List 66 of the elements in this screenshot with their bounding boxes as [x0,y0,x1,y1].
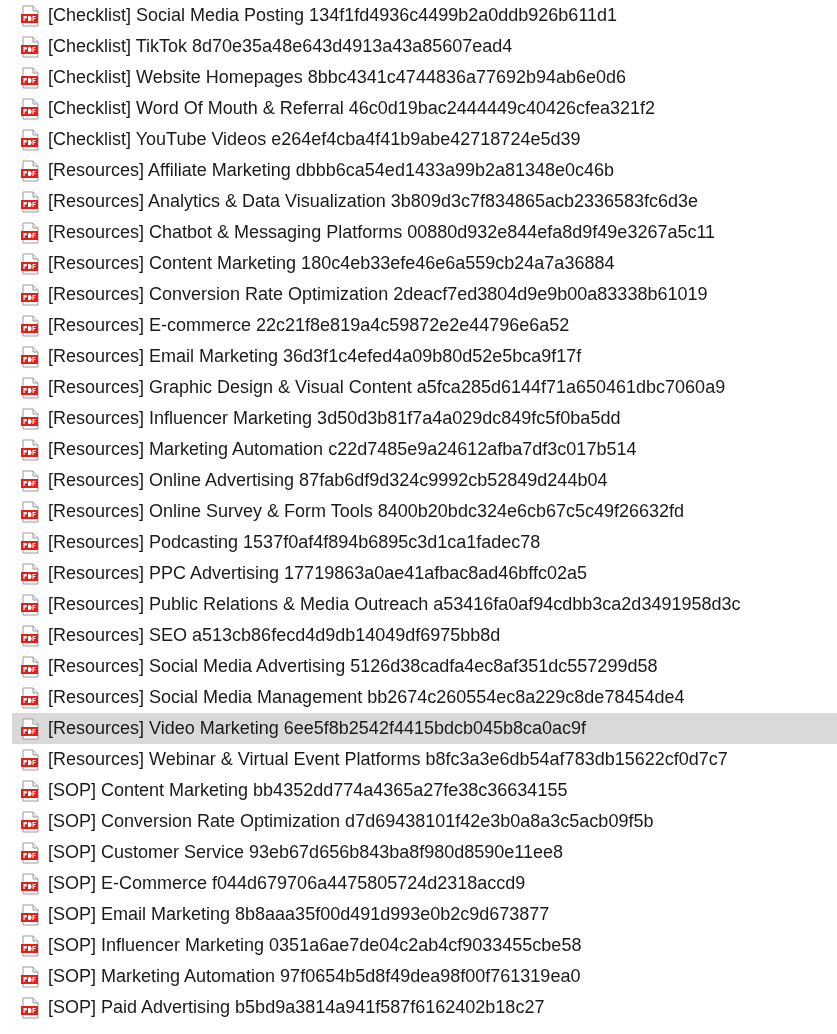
pdf-file-icon [20,190,40,213]
file-row[interactable]: [Resources] Email Marketing 36d3f1c4efed4a09b80d52e5bca9f17f [12,341,837,372]
file-row[interactable]: [Resources] Video Marketing 6ee5f8b2542f4415bdcb045b8ca0ac9f [12,713,837,744]
file-row[interactable]: [SOP] Content Marketing bb4352dd774a4365a27fe38c36634155 [12,775,837,806]
pdf-file-icon [20,965,40,988]
file-row[interactable]: [Checklist] Website Homepages 8bbc4341c4744836a77692b94ab6e0d6 [12,62,837,93]
file-row[interactable]: [Resources] Influencer Marketing 3d50d3b81f7a4a029dc849fc5f0ba5dd [12,403,837,434]
file-row[interactable]: [SOP] E-Commerce f044d679706a4475805724d2318accd9 [12,868,837,899]
file-row[interactable]: [Checklist] TikTok 8d70e35a48e643d4913a43a85607ead4 [12,31,837,62]
file-row[interactable]: [Resources] PPC Advertising 17719863a0ae41afbac8ad46bffc02a5 [12,558,837,589]
file-row[interactable]: [Resources] Chatbot & Messaging Platforms 00880d932e844efa8d9f49e3267a5c11 [12,217,837,248]
pdf-file-icon [20,872,40,895]
pdf-file-icon [20,593,40,616]
pdf-file-icon [20,469,40,492]
file-row[interactable]: [SOP] Conversion Rate Optimization d7d69438101f42e3b0a8a3c5acb09f5b [12,806,837,837]
pdf-file-icon [20,531,40,554]
pdf-file-icon [20,4,40,27]
file-row[interactable]: [Resources] Marketing Automation c22d7485e9a24612afba7df3c017b514 [12,434,837,465]
pdf-file-icon [20,252,40,275]
pdf-file-icon [20,841,40,864]
pdf-file-icon [20,996,40,1019]
pdf-file-icon [20,562,40,585]
file-row[interactable]: [Resources] Graphic Design & Visual Content a5fca285d6144f71a650461dbc7060a9 [12,372,837,403]
file-row[interactable]: [Resources] Public Relations & Media Outreach a53416fa0af94cdbb3ca2d3491958d3c [12,589,837,620]
pdf-file-icon [20,438,40,461]
pdf-file-icon [20,500,40,523]
file-row[interactable]: [SOP] Email Marketing 8b8aaa35f00d491d993e0b2c9d673877 [12,899,837,930]
file-row[interactable]: [Resources] Online Advertising 87fab6df9d324c9992cb52849d244b04 [12,465,837,496]
file-row[interactable]: [Checklist] Social Media Posting 134f1fd4936c4499b2a0ddb926b611d1 [12,0,837,31]
pdf-file-icon [20,345,40,368]
file-row[interactable]: [Resources] Affiliate Marketing dbbb6ca54ed1433a99b2a81348e0c46b [12,155,837,186]
pdf-file-icon [20,283,40,306]
pdf-file-icon [20,686,40,709]
pdf-file-icon [20,35,40,58]
file-row[interactable]: [SOP] Customer Service 93eb67d656b843ba8f980d8590e11ee8 [12,837,837,868]
pdf-file-icon [20,748,40,771]
pdf-file-icon [20,97,40,120]
file-row[interactable]: [Resources] Social Media Advertising 5126d38cadfa4ec8af351dc557299d58 [12,651,837,682]
file-row[interactable]: [Resources] Online Survey & Form Tools 8400b20bdc324e6cb67c5c49f26632fd [12,496,837,527]
file-row[interactable]: [Resources] Content Marketing 180c4eb33efe46e6a559cb24a7a36884 [12,248,837,279]
pdf-file-icon [20,128,40,151]
file-row[interactable]: [SOP] Influencer Marketing 0351a6ae7de04c2ab4cf9033455cbe58 [12,930,837,961]
pdf-file-icon [20,655,40,678]
file-row[interactable]: [SOP] Marketing Automation 97f0654b5d8f49dea98f00f761319ea0 [12,961,837,992]
pdf-file-icon [20,314,40,337]
pdf-file-icon [20,624,40,647]
pdf-file-icon [20,810,40,833]
file-row[interactable]: [Resources] E-commerce 22c21f8e819a4c59872e2e44796e6a52 [12,310,837,341]
file-row[interactable]: [Resources] Podcasting 1537f0af4f894b6895c3d1ca1fadec78 [12,527,837,558]
pdf-file-icon [20,903,40,926]
file-row[interactable]: [Resources] Analytics & Data Visualization 3b809d3c7f834865acb2336583fc6d3e [12,186,837,217]
file-row[interactable]: [Resources] Social Media Management bb2674c260554ec8a229c8de78454de4 [12,682,837,713]
file-row[interactable]: [Resources] Webinar & Virtual Event Platforms b8fc3a3e6db54af783db15622cf0d7c7 [12,744,837,775]
pdf-file-icon [20,717,40,740]
pdf-file-icon [20,159,40,182]
file-row[interactable]: [Checklist] Word Of Mouth & Referral 46c0d19bac2444449c40426cfea321f2 [12,93,837,124]
pdf-file-icon [20,779,40,802]
pdf-file-icon [20,221,40,244]
pdf-file-icon [20,407,40,430]
pdf-file-icon [20,376,40,399]
file-row[interactable]: [Resources] SEO a513cb86fecd4d9db14049df6975bb8d [12,620,837,651]
file-row[interactable]: [Resources] Conversion Rate Optimization 2deacf7ed3804d9e9b00a83338b61019 [12,279,837,310]
file-row[interactable]: [Checklist] YouTube Videos e264ef4cba4f41b9abe42718724e5d39 [12,124,837,155]
file-row[interactable]: [SOP] Paid Advertising b5bd9a3814a941f587f6162402b18c27 [12,992,837,1023]
pdf-file-icon [20,934,40,957]
pdf-file-icon [20,66,40,89]
